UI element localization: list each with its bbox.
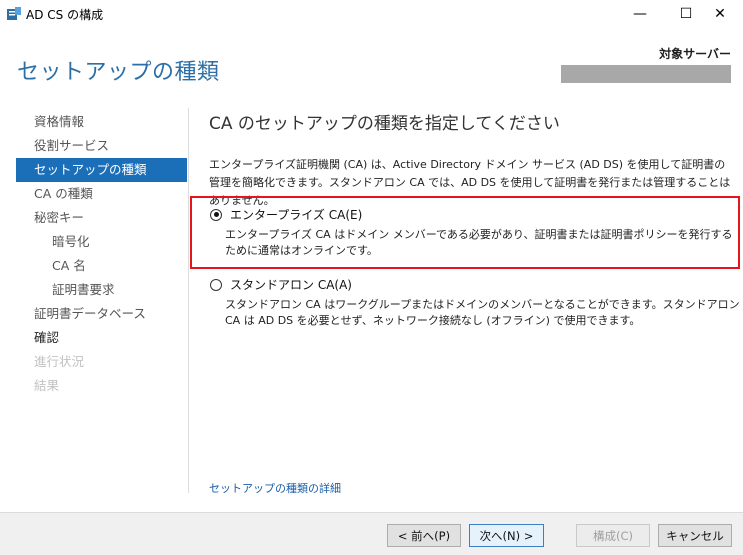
nav-item-private-key[interactable]: 秘密キー <box>16 206 187 230</box>
nav-item-certificate-request[interactable]: 証明書要求 <box>16 278 187 302</box>
standalone-ca-option[interactable]: スタンドアロン CA(A) スタンドアロン CA はワークグループまたはドメイン… <box>210 276 740 329</box>
nav-item-setup-type[interactable]: セットアップの種類 <box>16 158 187 182</box>
target-server-value-redacted <box>561 65 731 83</box>
window-title: AD CS の構成 <box>26 8 104 22</box>
enterprise-ca-option[interactable]: エンタープライズ CA(E) エンタープライズ CA はドメイン メンバーである… <box>210 206 740 259</box>
target-server-label: 対象サーバー <box>659 47 731 61</box>
nav-divider <box>188 108 189 493</box>
configure-button: 構成(C) <box>576 524 650 547</box>
nav-item-confirmation[interactable]: 確認 <box>16 326 187 350</box>
server-manager-icon <box>7 7 21 20</box>
previous-button[interactable]: < 前へ(P) <box>387 524 461 547</box>
page-title: セットアップの種類 <box>17 60 220 85</box>
nav-item-progress: 進行状況 <box>34 354 85 369</box>
close-button[interactable]: ✕ <box>697 0 743 28</box>
next-button[interactable]: 次へ(N) > <box>469 524 544 547</box>
wizard-nav: 資格情報 役割サービス セットアップの種類 CA の種類 秘密キー 暗号化 CA… <box>16 110 187 398</box>
nav-item-ca-name[interactable]: CA 名 <box>16 254 187 278</box>
nav-item-role-services[interactable]: 役割サービス <box>16 134 187 158</box>
title-bar: AD CS の構成 — ☐ ✕ <box>0 0 743 28</box>
enterprise-ca-label[interactable]: エンタープライズ CA(E) <box>230 206 362 223</box>
nav-item-credentials[interactable]: 資格情報 <box>16 110 187 134</box>
standalone-ca-radio[interactable] <box>210 278 222 291</box>
nav-item-certificate-database[interactable]: 証明書データベース <box>16 302 187 326</box>
standalone-ca-description: スタンドアロン CA はワークグループまたはドメインのメンバーとなることができま… <box>225 298 740 327</box>
nav-item-ca-type[interactable]: CA の種類 <box>16 182 187 206</box>
cancel-button[interactable]: キャンセル <box>658 524 732 547</box>
minimize-button[interactable]: — <box>617 0 663 28</box>
nav-item-results: 結果 <box>34 378 60 393</box>
content-heading: CA のセットアップの種類を指定してください <box>209 114 560 134</box>
setup-type-details-link[interactable]: セットアップの種類の詳細 <box>209 480 341 496</box>
nav-item-cryptography[interactable]: 暗号化 <box>16 230 187 254</box>
enterprise-ca-radio[interactable] <box>210 208 222 221</box>
standalone-ca-label[interactable]: スタンドアロン CA(A) <box>230 276 352 293</box>
enterprise-ca-description: エンタープライズ CA はドメイン メンバーである必要があり、証明書または証明書… <box>225 228 733 257</box>
